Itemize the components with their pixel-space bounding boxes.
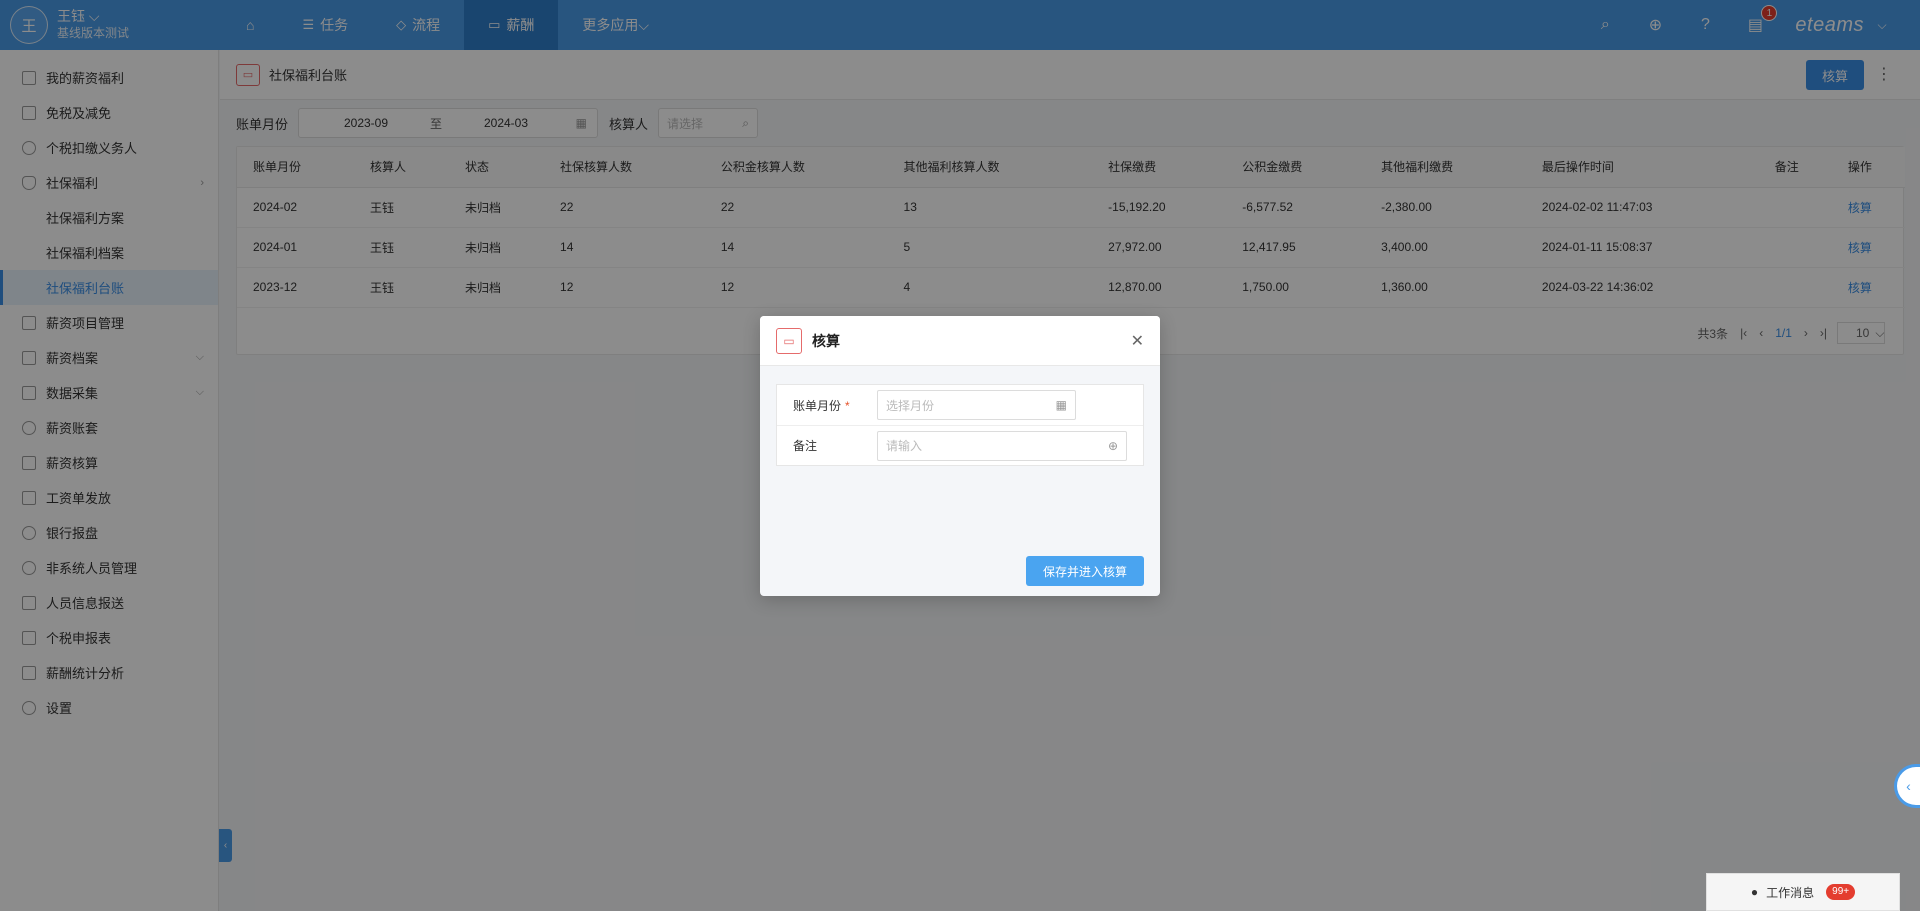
month-picker[interactable]: 选择月份 ▦ [877,390,1076,420]
month-field-label: 账单月份 [793,398,842,413]
money-icon: ▭ [776,327,802,354]
month-picker-placeholder: 选择月份 [886,398,935,413]
chat-icon: ● [1750,885,1759,899]
save-and-calculate-button[interactable]: 保存并进入核算 [1026,556,1144,586]
calculate-modal: ▭ 核算 ✕ 账单月份 * 选择月份 ▦ 备注 请输入 ⊕ 保存并进入核算 [760,316,1160,596]
modal-title: 核算 [812,332,840,349]
note-input[interactable]: 请输入 ⊕ [877,430,1127,461]
chevron-left-icon: ‹ [1906,778,1911,794]
note-input-placeholder: 请输入 [886,439,923,453]
calendar-icon: ▦ [1055,398,1067,412]
form-row-month: 账单月份 * 选择月份 ▦ [777,385,1143,425]
note-field-label: 备注 [793,439,818,453]
close-icon[interactable]: ✕ [1131,331,1144,351]
globe-icon[interactable]: ⊕ [1108,439,1118,453]
message-count-badge: 99+ [1826,884,1856,900]
work-message-bar[interactable]: ● 工作消息 99+ [1706,873,1900,911]
form-row-note: 备注 请输入 ⊕ [777,425,1143,465]
modal-header: ▭ 核算 ✕ [760,316,1160,366]
required-mark: * [845,398,850,413]
modal-form: 账单月份 * 选择月份 ▦ 备注 请输入 ⊕ [776,384,1144,466]
work-message-label: 工作消息 [1766,885,1815,900]
